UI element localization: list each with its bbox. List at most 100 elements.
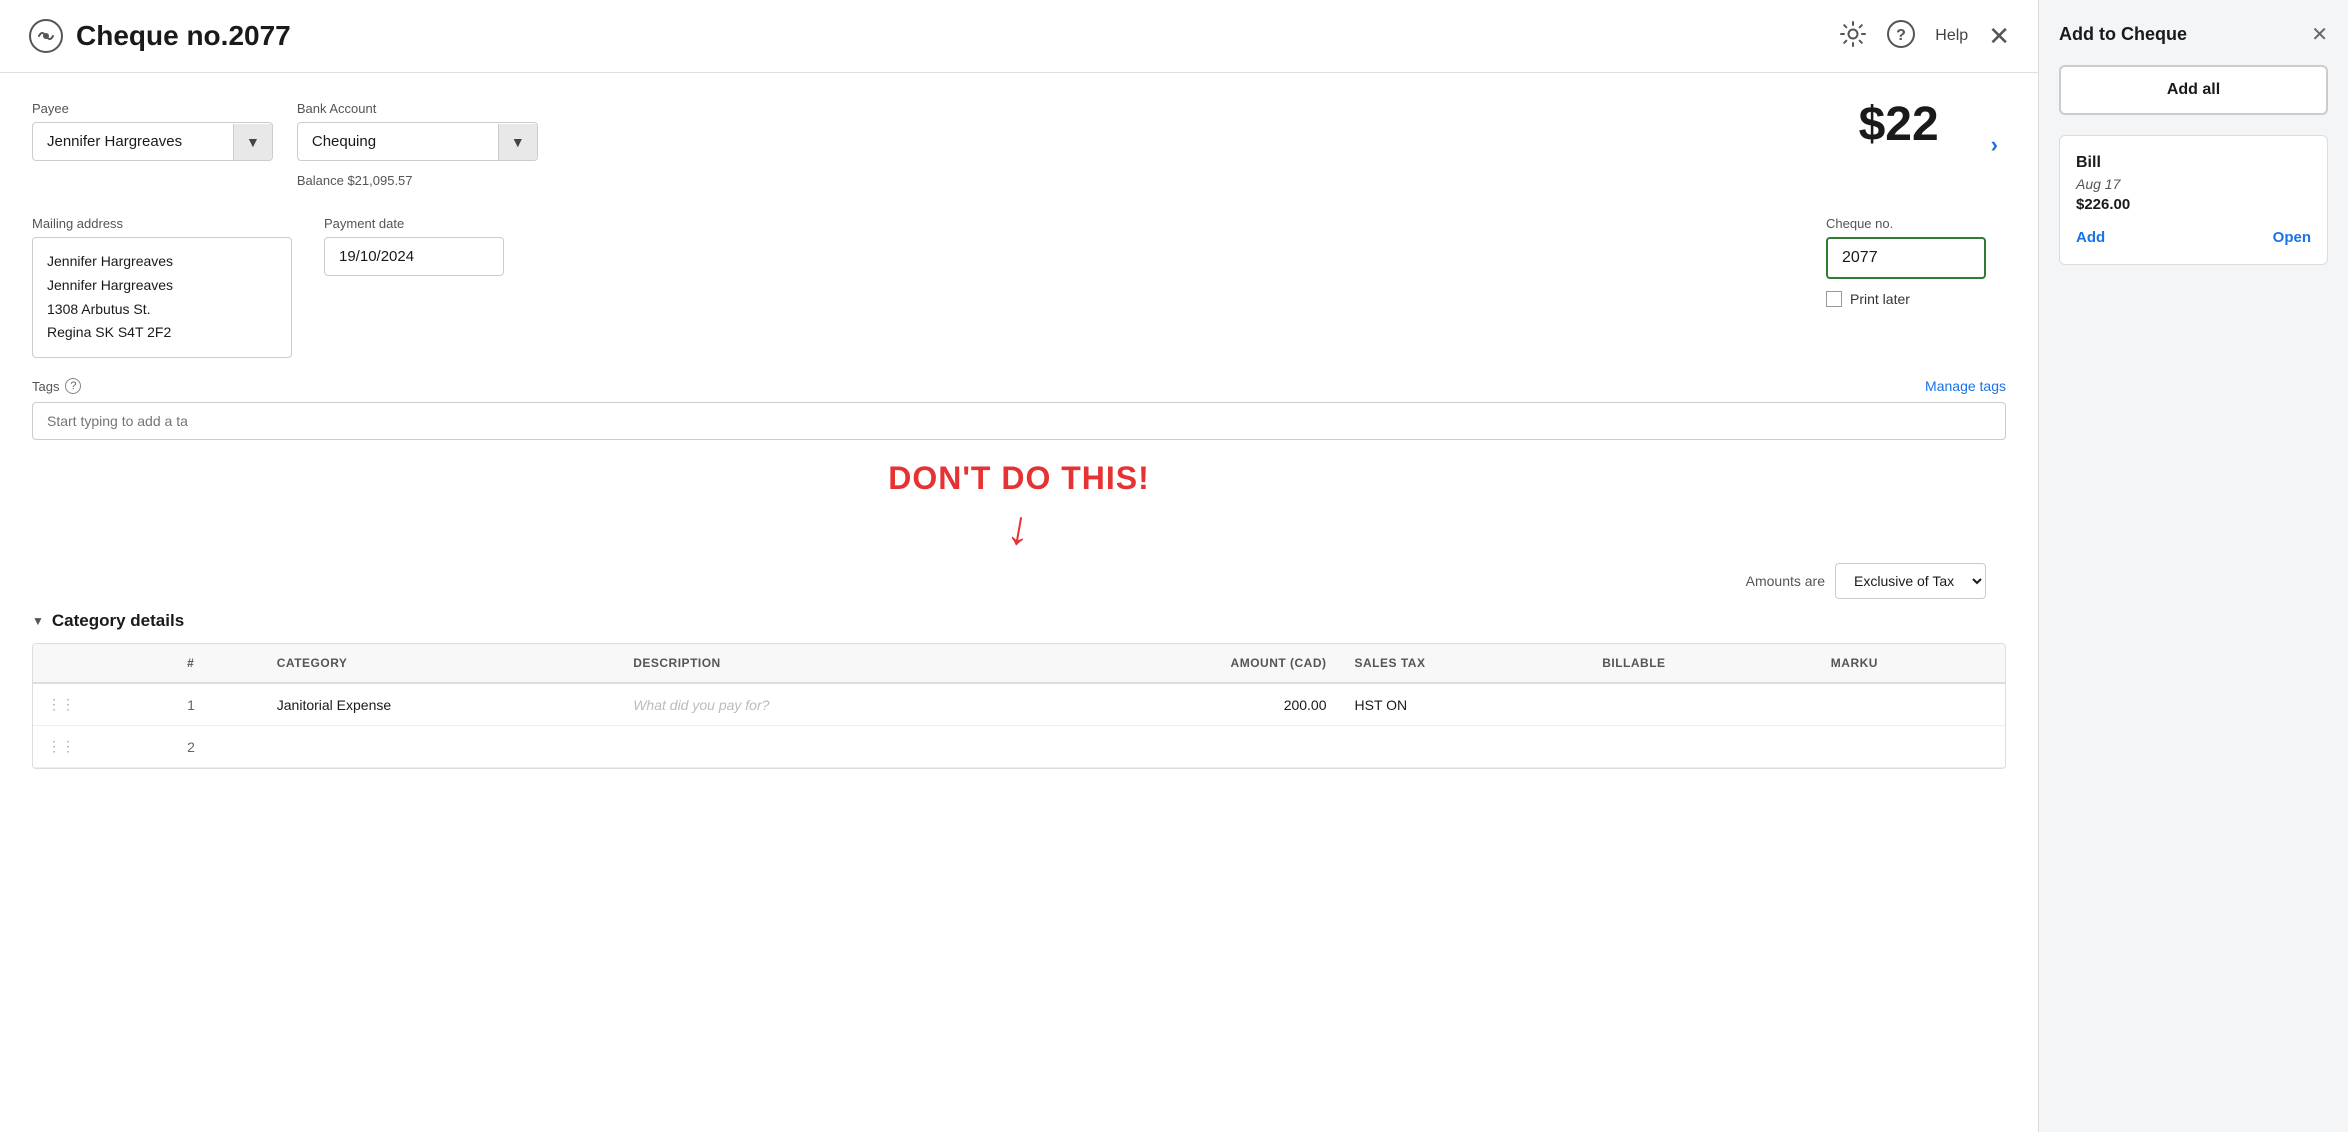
amounts-are-label: Amounts are <box>1746 573 1825 589</box>
balance-label: Balance $21,095.57 <box>297 173 538 188</box>
side-panel-header: Add to Cheque ✕ <box>2059 24 2328 45</box>
side-panel-close-button[interactable]: ✕ <box>2311 25 2328 45</box>
bill-card: Bill Aug 17 $226.00 Add Open <box>2059 135 2328 265</box>
bank-account-label: Bank Account <box>297 101 538 116</box>
address-line4: Regina SK S4T 2F2 <box>47 321 277 345</box>
cheque-icon <box>28 18 64 54</box>
top-row: Payee Jennifer Hargreaves ▼ Bank Account… <box>32 101 2006 188</box>
description-placeholder: What did you pay for? <box>633 697 769 713</box>
drag-handle-cell-2[interactable]: ⋮⋮ <box>33 726 173 768</box>
row-number: 1 <box>173 683 263 726</box>
tags-header: Tags ? Manage tags <box>32 378 2006 394</box>
description-cell[interactable]: What did you pay for? <box>619 683 1030 726</box>
cheque-no-group: Cheque no. Print later <box>1826 216 1986 307</box>
billable-cell <box>1588 683 1817 726</box>
header-left: Cheque no.2077 <box>28 18 291 54</box>
bill-open-link[interactable]: Open <box>2273 229 2311 246</box>
form-panel: Cheque no.2077 ? Help ✕ Payee <box>0 0 2038 1132</box>
svg-text:?: ? <box>1896 27 1906 44</box>
middle-row: Mailing address Jennifer Hargreaves Jenn… <box>32 216 2006 358</box>
bill-add-link[interactable]: Add <box>2076 229 2105 246</box>
address-line3: 1308 Arbutus St. <box>47 298 277 322</box>
print-later-checkbox[interactable] <box>1826 291 1842 307</box>
bank-account-chevron-icon[interactable]: ▼ <box>498 124 537 160</box>
category-details-label: Category details <box>52 611 184 631</box>
print-later-row: Print later <box>1826 291 1986 307</box>
page-title: Cheque no.2077 <box>76 20 291 52</box>
drag-handle-icon: ⋮⋮ <box>47 696 75 712</box>
col-category: CATEGORY <box>263 644 619 683</box>
payment-date-label: Payment date <box>324 216 504 231</box>
expand-arrow-button[interactable]: › <box>1983 128 2006 162</box>
markup-cell-2 <box>1817 726 2005 768</box>
tags-label: Tags ? <box>32 378 81 394</box>
add-all-button[interactable]: Add all <box>2059 65 2328 115</box>
table-row-2: ⋮⋮ 2 <box>33 726 2005 768</box>
help-button[interactable]: Help <box>1935 27 1968 45</box>
billable-cell-2 <box>1588 726 1817 768</box>
category-table-container: # CATEGORY DESCRIPTION AMOUNT (CAD) SALE… <box>32 643 2006 769</box>
address-box: Jennifer Hargreaves Jennifer Hargreaves … <box>32 237 292 358</box>
amounts-are-select[interactable]: Exclusive of Tax <box>1835 563 1986 599</box>
tags-input[interactable] <box>32 402 2006 440</box>
payee-chevron-icon[interactable]: ▼ <box>233 124 272 160</box>
bill-card-title: Bill <box>2076 154 2311 172</box>
header-bar: Cheque no.2077 ? Help ✕ <box>0 0 2038 73</box>
close-icon[interactable]: ✕ <box>1988 21 2010 52</box>
bill-card-amount: $226.00 <box>2076 196 2311 213</box>
drag-handle-cell[interactable]: ⋮⋮ <box>33 683 173 726</box>
amounts-row: Amounts are Exclusive of Tax <box>32 563 2006 599</box>
payee-label: Payee <box>32 101 273 116</box>
payee-group: Payee Jennifer Hargreaves ▼ <box>32 101 273 161</box>
mailing-address-label: Mailing address <box>32 216 292 231</box>
tags-section: Tags ? Manage tags <box>32 378 2006 440</box>
main-container: Cheque no.2077 ? Help ✕ Payee <box>0 0 2348 1132</box>
amount-cell[interactable]: 200.00 <box>1030 683 1340 726</box>
payee-value: Jennifer Hargreaves <box>33 123 233 160</box>
tags-info-icon[interactable]: ? <box>65 378 81 394</box>
annotation-arrow-icon: ↓ <box>1003 503 1035 554</box>
category-header: ▼ Category details <box>32 611 2006 631</box>
category-cell[interactable]: Janitorial Expense <box>263 683 619 726</box>
payment-date-group: Payment date <box>324 216 504 276</box>
sales-tax-cell-2[interactable] <box>1341 726 1589 768</box>
amount-display: $22 <box>1859 101 1959 149</box>
bill-card-actions: Add Open <box>2076 229 2311 246</box>
cheque-no-label: Cheque no. <box>1826 216 1986 231</box>
col-sales-tax: SALES TAX <box>1341 644 1589 683</box>
payee-select[interactable]: Jennifer Hargreaves ▼ <box>32 122 273 161</box>
side-panel: Add to Cheque ✕ Add all Bill Aug 17 $226… <box>2038 0 2348 1132</box>
category-cell-2[interactable] <box>263 726 619 768</box>
bank-account-group: Bank Account Chequing ▼ Balance $21,095.… <box>297 101 538 188</box>
col-description: DESCRIPTION <box>619 644 1030 683</box>
manage-tags-link[interactable]: Manage tags <box>1925 378 2006 394</box>
col-markup: MARKU <box>1817 644 2005 683</box>
side-panel-title: Add to Cheque <box>2059 24 2187 45</box>
sales-tax-cell[interactable]: HST ON <box>1341 683 1589 726</box>
address-line2: Jennifer Hargreaves <box>47 274 277 298</box>
table-header-row: # CATEGORY DESCRIPTION AMOUNT (CAD) SALE… <box>33 644 2005 683</box>
mailing-address-group: Mailing address Jennifer Hargreaves Jenn… <box>32 216 292 358</box>
address-line1: Jennifer Hargreaves <box>47 250 277 274</box>
table-row: ⋮⋮ 1 Janitorial Expense What did you pay… <box>33 683 2005 726</box>
collapse-triangle-icon[interactable]: ▼ <box>32 614 44 628</box>
print-later-label: Print later <box>1850 291 1910 307</box>
header-right: ? Help ✕ <box>1839 20 2010 53</box>
markup-cell <box>1817 683 2005 726</box>
dont-do-this-text: DON'T DO THIS! <box>888 460 1150 497</box>
col-billable: BILLABLE <box>1588 644 1817 683</box>
bank-account-select[interactable]: Chequing ▼ <box>297 122 538 161</box>
gear-icon[interactable] <box>1839 20 1867 53</box>
col-drag <box>33 644 173 683</box>
row-number-2: 2 <box>173 726 263 768</box>
bank-account-value: Chequing <box>298 123 498 160</box>
big-amount-value: $22 <box>1859 101 1939 149</box>
cheque-no-input[interactable] <box>1826 237 1986 279</box>
drag-handle-icon-2: ⋮⋮ <box>47 738 75 754</box>
category-table: # CATEGORY DESCRIPTION AMOUNT (CAD) SALE… <box>33 644 2005 768</box>
payment-date-input[interactable] <box>324 237 504 276</box>
amount-cell-2[interactable] <box>1030 726 1340 768</box>
help-icon[interactable]: ? <box>1887 20 1915 53</box>
description-cell-2[interactable] <box>619 726 1030 768</box>
bill-card-date: Aug 17 <box>2076 176 2311 192</box>
